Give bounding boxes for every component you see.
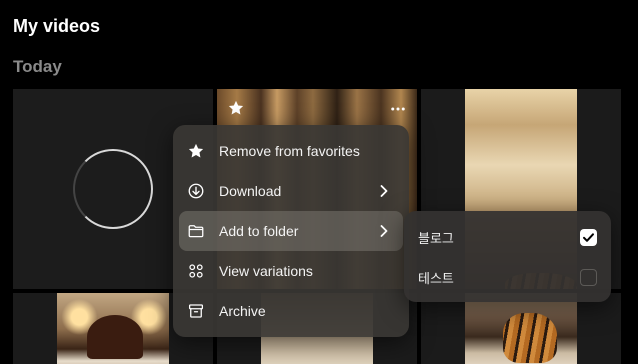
video-tile-tiger-bed-2[interactable] — [421, 293, 621, 364]
folder-item-blog[interactable]: 블로그 — [418, 217, 601, 257]
menu-item-label: Remove from favorites — [219, 143, 360, 159]
download-icon — [187, 182, 205, 200]
folder-item-label: 블로그 — [418, 231, 454, 247]
menu-item-add-to-folder[interactable]: Add to folder — [179, 211, 403, 251]
page-title: My videos — [13, 16, 101, 36]
menu-item-archive[interactable]: Archive — [179, 291, 403, 331]
chevron-right-icon — [379, 184, 389, 198]
section-title-today: Today — [13, 57, 62, 76]
archive-icon — [187, 302, 205, 320]
checkbox-unchecked[interactable] — [580, 269, 597, 286]
menu-item-label: Archive — [219, 303, 266, 319]
favorite-star-icon[interactable] — [227, 99, 245, 117]
grid-icon — [187, 262, 205, 280]
context-menu: Remove from favorites Download Add to fo… — [173, 125, 409, 337]
folder-icon — [187, 222, 205, 240]
tiger-figure-2 — [503, 313, 557, 363]
headboard-shape — [87, 315, 143, 359]
folder-item-test[interactable]: 테스트 — [418, 257, 601, 297]
menu-item-label: Download — [219, 183, 282, 199]
loading-spinner — [73, 149, 153, 229]
folder-submenu: 블로그 테스트 — [404, 211, 611, 302]
star-icon — [187, 142, 205, 160]
menu-item-view-variations[interactable]: View variations — [179, 251, 403, 291]
more-options-icon[interactable] — [389, 100, 407, 118]
menu-item-label: Add to folder — [219, 223, 299, 239]
chevron-right-icon — [379, 224, 389, 238]
folder-item-label: 테스트 — [418, 271, 454, 287]
menu-item-download[interactable]: Download — [179, 171, 403, 211]
menu-item-remove-favorites[interactable]: Remove from favorites — [179, 131, 403, 171]
menu-item-label: View variations — [219, 263, 313, 279]
checkbox-checked[interactable] — [580, 229, 597, 246]
